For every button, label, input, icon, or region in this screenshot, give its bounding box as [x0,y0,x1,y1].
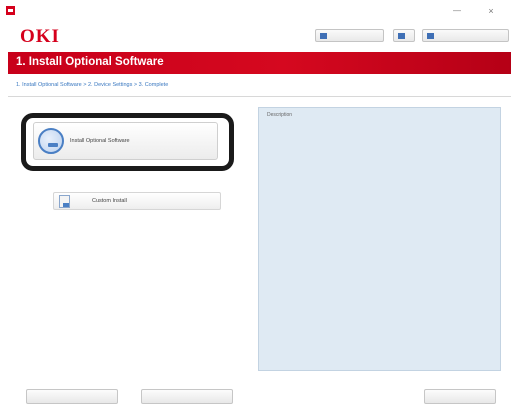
info-icon [398,33,405,39]
step-banner: 1. Install Optional Software [8,52,511,74]
highlight-frame [21,113,234,171]
custom-install-button[interactable]: Custom Install [53,192,221,210]
document-button[interactable] [422,29,509,42]
minimize-button[interactable]: — [442,3,472,19]
breadcrumb: 1. Install Optional Software > 2. Device… [16,82,169,88]
info-button[interactable] [393,29,415,42]
custom-install-label: Custom Install [92,198,127,204]
footer-right-button[interactable] [424,389,496,404]
document-icon [427,33,434,39]
close-button[interactable]: × [476,3,506,19]
document-install-icon [59,195,70,208]
page-title: 1. Install Optional Software [16,56,164,68]
help-button[interactable] [315,29,384,42]
footer-left-button[interactable] [26,389,118,404]
description-panel: Description [258,107,501,371]
help-icon [320,33,327,39]
app-icon [6,6,15,15]
description-heading: Description [267,112,293,118]
app-header: OKI [8,22,511,50]
footer [0,381,519,409]
oki-logo: OKI [20,26,60,47]
footer-middle-button[interactable] [141,389,233,404]
title-bar: — × [0,0,519,22]
